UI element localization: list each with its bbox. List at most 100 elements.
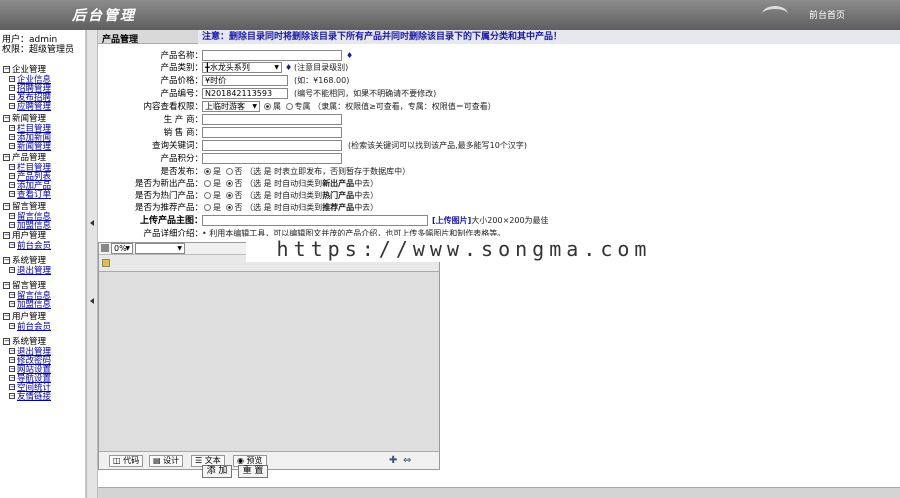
reset-button[interactable]: 重 置: [238, 465, 268, 478]
code-input[interactable]: N201842113593: [202, 88, 288, 99]
bullet-icon: •: [202, 229, 207, 238]
code-note: (编号不能相同，如果不明确请不要修改): [294, 89, 437, 98]
seller-input[interactable]: [202, 127, 342, 138]
collapse-box-icon[interactable]: −: [3, 256, 10, 264]
sidebar: 用户：admin 权限：超级管理员 − 企业管理 − 企业信息 − 招聘管理 − 发布招聘 − 应…: [0, 30, 86, 498]
page-title: 产品管理: [102, 35, 139, 45]
nav-group: − 用户管理 − 前台会员: [3, 230, 51, 251]
collapse-arrow-icon[interactable]: [90, 298, 94, 304]
sidebar-item[interactable]: − 前台会员: [3, 321, 51, 332]
permission-select[interactable]: 上临时游客 ▼: [202, 101, 260, 112]
collapse-box-icon[interactable]: −: [3, 153, 10, 161]
shrink-icon[interactable]: ⇔: [403, 455, 411, 466]
collapse-box-icon[interactable]: −: [3, 114, 10, 122]
publish-yes-radio[interactable]: [204, 168, 211, 175]
tab-code[interactable]: ◫ 代码: [109, 455, 144, 467]
collapse-arrow-icon[interactable]: [90, 220, 94, 226]
yes-label: 是: [213, 191, 221, 200]
sidebar-item-label: 友情链接: [17, 391, 52, 402]
hot-yes-radio[interactable]: [204, 192, 211, 199]
hot-no-radio[interactable]: [225, 192, 233, 199]
detail-label: 产品详细介绍：: [143, 229, 203, 239]
tree-node-icon: −: [9, 101, 16, 110]
keyword-note: (检索该关键词可以找到该产品,最多能写10个汉字): [348, 141, 527, 150]
editor-content-area[interactable]: [99, 271, 439, 451]
new-note-a: （选 是 时自动归类到: [245, 179, 323, 188]
rec-no-radio[interactable]: [225, 204, 233, 211]
no-label: 否: [234, 179, 243, 188]
tree-node-icon: −: [9, 220, 16, 229]
rec-yes-radio[interactable]: [204, 204, 211, 211]
perm-radio-belong[interactable]: [264, 103, 271, 110]
rec-label: 是否为推荐产品：: [134, 203, 203, 213]
dropdown-arrow-icon: ▼: [274, 64, 279, 71]
image-path-input[interactable]: [202, 215, 428, 226]
add-button[interactable]: 添 加: [202, 465, 232, 478]
sidebar-item-label: 应聘管理: [17, 101, 52, 112]
sidebar-item[interactable]: − 新闻管理: [3, 141, 52, 152]
zoom-select[interactable]: 0% ▼: [111, 243, 133, 254]
hot-note-c: 中去）: [354, 191, 379, 200]
tree-node-icon: −: [9, 373, 16, 382]
perm-note: （隶属：权限值≥可查看，专属：权限值＝可查看）: [313, 102, 496, 111]
no-label: 否: [234, 191, 243, 200]
tree-node-icon: −: [9, 123, 16, 132]
nav-group: − 新闻管理 − 栏目管理 − 添加新闻 − 新闻管理: [3, 113, 52, 152]
sidebar-item[interactable]: − 前台会员: [3, 240, 51, 251]
sidebar-item[interactable]: − 退出管理: [3, 265, 51, 276]
collapse-box-icon[interactable]: −: [3, 281, 10, 289]
tree-node-icon: −: [9, 321, 16, 330]
perm-radio-exclusive[interactable]: [285, 103, 293, 110]
maker-input[interactable]: [202, 114, 342, 125]
collapse-box-icon[interactable]: −: [3, 231, 10, 239]
score-input[interactable]: [202, 153, 342, 164]
rich-text-editor[interactable]: 0%▼ ▼ i ◫ 代码 ▤ 设计 ☰ 文本 ◉ 预览 ✚ ⇔: [98, 242, 440, 470]
image-label: 上传产品主图：: [139, 216, 203, 226]
nav-group: − 系统管理 − 退出管理 − 修改密码 − 网站设置 − 导航设置 − 空间统计 − 友情链接: [3, 336, 52, 402]
code-label: 产品编号：: [160, 89, 203, 99]
yes-label: 是: [213, 203, 221, 212]
new-no-radio[interactable]: [225, 180, 233, 187]
collapse-box-icon[interactable]: −: [3, 202, 10, 210]
format-select[interactable]: ▼: [135, 243, 185, 254]
perm-label: 内容查看权限：: [143, 102, 203, 112]
editor-image-icon[interactable]: [102, 259, 110, 267]
sidebar-toggle-bar[interactable]: [86, 30, 98, 498]
tree-node-icon: −: [9, 382, 16, 391]
price-label: 产品价格：: [160, 76, 203, 86]
expand-icon[interactable]: ✚: [389, 455, 397, 466]
perm-opt2-label: 专属: [294, 102, 311, 111]
tree-node-icon: −: [9, 83, 16, 92]
sidebar-item[interactable]: − 友情链接: [3, 391, 52, 402]
sidebar-item[interactable]: − 查看订单: [3, 189, 51, 200]
category-select[interactable]: ╋水龙头系列 ▼: [202, 62, 282, 73]
new-yes-radio[interactable]: [204, 180, 211, 187]
dropdown-arrow-icon: ▼: [252, 103, 257, 110]
upload-image-link[interactable]: [上传图片]: [432, 216, 471, 225]
yes-label: 是: [213, 179, 221, 188]
sidebar-item-label: 新闻管理: [17, 141, 52, 152]
publish-no-radio[interactable]: [225, 168, 233, 175]
sidebar-item[interactable]: − 应聘管理: [3, 101, 52, 112]
sidebar-item[interactable]: − 加盟信息: [3, 220, 51, 231]
watermark-text: https://www.songma.com: [246, 236, 682, 262]
tab-text-label: 文本: [204, 456, 221, 465]
tab-code-label: 代码: [123, 456, 140, 465]
maker-label: 生 产 商：: [163, 115, 203, 125]
sidebar-item[interactable]: − 加盟信息: [3, 299, 51, 310]
notice-text: 注意：删除目录同时将删除该目录下所有产品并同时删除该目录下的下属分类和其中产品！: [198, 30, 900, 44]
collapse-box-icon[interactable]: −: [3, 312, 10, 320]
tab-design[interactable]: ▤ 设计: [149, 455, 184, 467]
collapse-box-icon[interactable]: −: [3, 65, 10, 73]
product-name-input[interactable]: [202, 50, 342, 61]
front-home-link[interactable]: 前台首页: [809, 8, 845, 21]
tree-node-icon: −: [9, 189, 16, 198]
collapse-box-icon[interactable]: −: [3, 337, 10, 345]
category-value: ╋水龙头系列: [205, 63, 250, 72]
tree-node-icon: −: [9, 171, 16, 180]
price-input[interactable]: ¥时价: [202, 75, 288, 86]
rec-note-b: 推荐产品: [322, 203, 355, 212]
keyword-input[interactable]: [202, 140, 342, 151]
yes-label: 是: [213, 167, 221, 176]
tree-node-icon: −: [9, 290, 16, 299]
